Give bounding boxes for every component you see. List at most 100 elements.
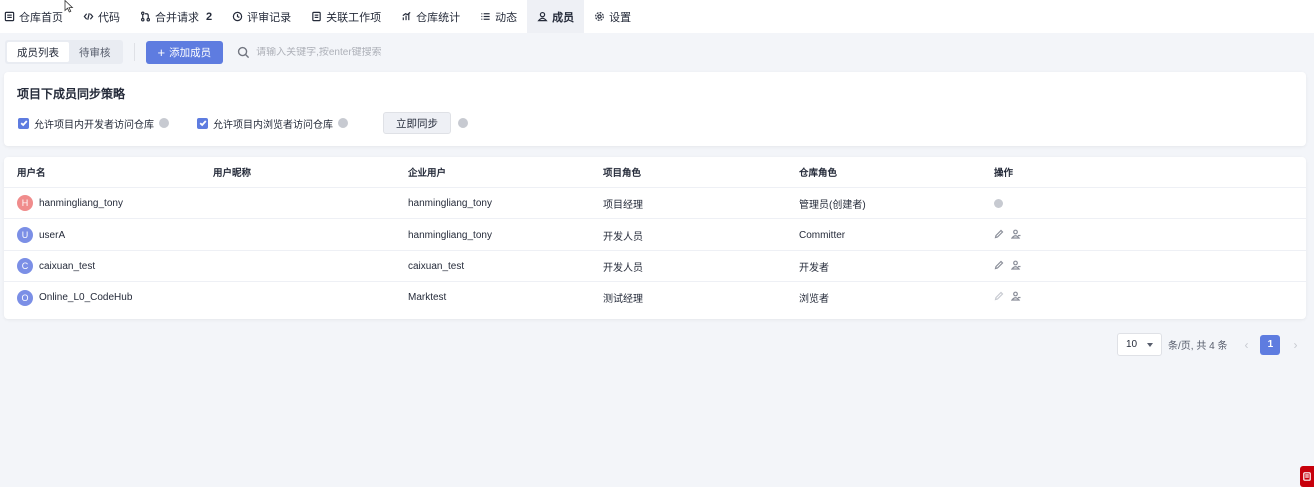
enterprise-user: hanmingliang_tony	[408, 229, 492, 241]
chevron-left-icon[interactable]: ‹	[1241, 338, 1251, 352]
allow-viewers-checkbox[interactable]	[197, 117, 208, 129]
tab-code[interactable]: 代码	[73, 0, 130, 33]
table-row: C caixuan_test caixuan_test 开发人员 开发者	[4, 251, 1306, 282]
pagination: 10 条/页, 共 4 条 ‹ 1 ›	[1117, 333, 1300, 356]
enterprise-user: hanmingliang_tony	[408, 197, 492, 209]
table-row: O Online_L0_CodeHub Marktest 测试经理 浏览者	[4, 282, 1306, 313]
mouse-cursor-icon	[64, 0, 74, 13]
member-toolbar: 成员列表 待审核 + 添加成员	[0, 33, 1314, 71]
floating-feedback-button[interactable]	[1300, 466, 1314, 487]
allow-developers-checkbox[interactable]	[18, 117, 29, 129]
toolbar-divider	[133, 43, 135, 61]
page-size-select[interactable]: 10	[1117, 333, 1162, 356]
page-button-current[interactable]: 1	[1260, 334, 1281, 355]
merge-request-count-badge: 2	[206, 10, 213, 23]
add-member-button[interactable]: + 添加成员	[145, 40, 224, 64]
table-row: U userA hanmingliang_tony 开发人员 Committer	[4, 220, 1306, 251]
pencil-icon	[994, 260, 1004, 269]
pencil-icon	[994, 229, 1004, 238]
username-cell: U userA	[17, 227, 65, 243]
member-sync-strategy-card: 项目下成员同步策略 允许项目内开发者访问仓库 允许项目内浏览者访问仓库 立即同步	[4, 72, 1306, 146]
work-item-icon	[312, 11, 321, 22]
repo-home-icon	[4, 11, 15, 22]
sync-strategy-title: 项目下成员同步策略	[17, 87, 126, 101]
tab-label: 仓库首页	[19, 11, 63, 24]
table-header: 用户名 用户昵称 企业用户 项目角色 仓库角色 操作	[4, 157, 1306, 188]
tab-statistics[interactable]: 仓库统计	[391, 0, 470, 33]
tab-label: 成员	[552, 11, 575, 24]
tab-repo-home[interactable]: 仓库首页	[0, 0, 73, 33]
allow-viewers-option: 允许项目内浏览者访问仓库	[197, 116, 348, 131]
tab-label: 合并请求	[155, 11, 199, 24]
header-actions: 操作	[994, 168, 1014, 179]
edit-role-button[interactable]	[994, 229, 1004, 242]
chevron-right-icon[interactable]: ›	[1290, 338, 1300, 352]
project-role: 开发人员	[603, 262, 643, 274]
info-icon[interactable]	[994, 198, 1003, 208]
username: userA	[39, 229, 66, 241]
tab-work-items[interactable]: 关联工作项	[301, 0, 391, 33]
help-icon[interactable]	[159, 118, 169, 128]
remove-member-button[interactable]	[1010, 229, 1021, 242]
allow-developers-option: 允许项目内开发者访问仓库	[18, 116, 169, 131]
page-size-value: 10	[1126, 339, 1138, 350]
header-username: 用户名	[17, 168, 46, 179]
tab-activity[interactable]: 动态	[470, 0, 527, 33]
tab-review-history[interactable]: 评审记录	[222, 0, 301, 33]
tab-label: 动态	[495, 11, 518, 24]
review-history-icon	[232, 11, 243, 22]
plus-icon: +	[157, 44, 166, 60]
segment-member-list[interactable]: 成员列表	[7, 42, 69, 62]
remove-member-button[interactable]	[1010, 260, 1021, 273]
username-cell: H hanmingliang_tony	[17, 195, 123, 211]
search-input[interactable]	[256, 46, 517, 58]
actions-cell	[994, 229, 1021, 242]
avatar: H	[17, 195, 33, 211]
members-table: 用户名 用户昵称 企业用户 项目角色 仓库角色 操作 H hanminglian…	[4, 157, 1306, 319]
tab-merge-requests[interactable]: 合并请求 2	[130, 0, 222, 33]
help-icon[interactable]	[338, 118, 348, 128]
enterprise-user: Marktest	[408, 292, 447, 303]
header-nickname: 用户昵称	[213, 168, 252, 179]
statistics-icon	[402, 11, 411, 21]
tab-label: 关联工作项	[326, 11, 382, 24]
tab-label: 设置	[609, 11, 632, 24]
member-icon	[537, 11, 548, 22]
sync-now-button[interactable]: 立即同步	[383, 112, 451, 134]
avatar: O	[17, 289, 33, 306]
user-remove-icon	[1010, 291, 1021, 301]
edit-role-button[interactable]	[994, 260, 1004, 273]
merge-request-icon	[140, 11, 151, 22]
add-member-label: 添加成员	[169, 46, 212, 59]
help-icon[interactable]	[458, 118, 468, 128]
header-repo-role: 仓库角色	[799, 168, 838, 179]
username: hanmingliang_tony	[39, 197, 123, 209]
check-icon	[199, 120, 206, 127]
header-enterprise-user: 企业用户	[408, 168, 447, 179]
header-project-role: 项目角色	[603, 168, 642, 179]
table-row: H hanmingliang_tony hanmingliang_tony 项目…	[4, 188, 1306, 219]
edit-role-button[interactable]	[994, 291, 1004, 304]
remove-member-button[interactable]	[1010, 291, 1021, 304]
feedback-icon	[1303, 472, 1311, 481]
code-icon	[83, 13, 94, 20]
tab-settings[interactable]: 设置	[584, 0, 641, 33]
member-search	[237, 46, 537, 59]
segment-pending-review[interactable]: 待审核	[69, 42, 121, 62]
tab-label: 仓库统计	[416, 11, 461, 24]
username-cell: O Online_L0_CodeHub	[17, 289, 132, 306]
avatar: C	[17, 258, 33, 274]
username-cell: C caixuan_test	[17, 258, 95, 274]
pagination-summary: 条/页, 共 4 条	[1168, 341, 1228, 352]
avatar: U	[17, 227, 33, 243]
pencil-icon	[994, 291, 1004, 301]
user-remove-icon	[1010, 229, 1021, 239]
check-icon	[20, 120, 27, 127]
gear-icon	[595, 12, 605, 21]
tab-members[interactable]: 成员	[527, 0, 585, 33]
actions-cell	[994, 291, 1021, 304]
project-role: 开发人员	[603, 231, 643, 243]
allow-developers-label: 允许项目内开发者访问仓库	[34, 119, 154, 131]
repo-role: Committer	[799, 229, 846, 241]
tab-label: 评审记录	[247, 11, 292, 24]
